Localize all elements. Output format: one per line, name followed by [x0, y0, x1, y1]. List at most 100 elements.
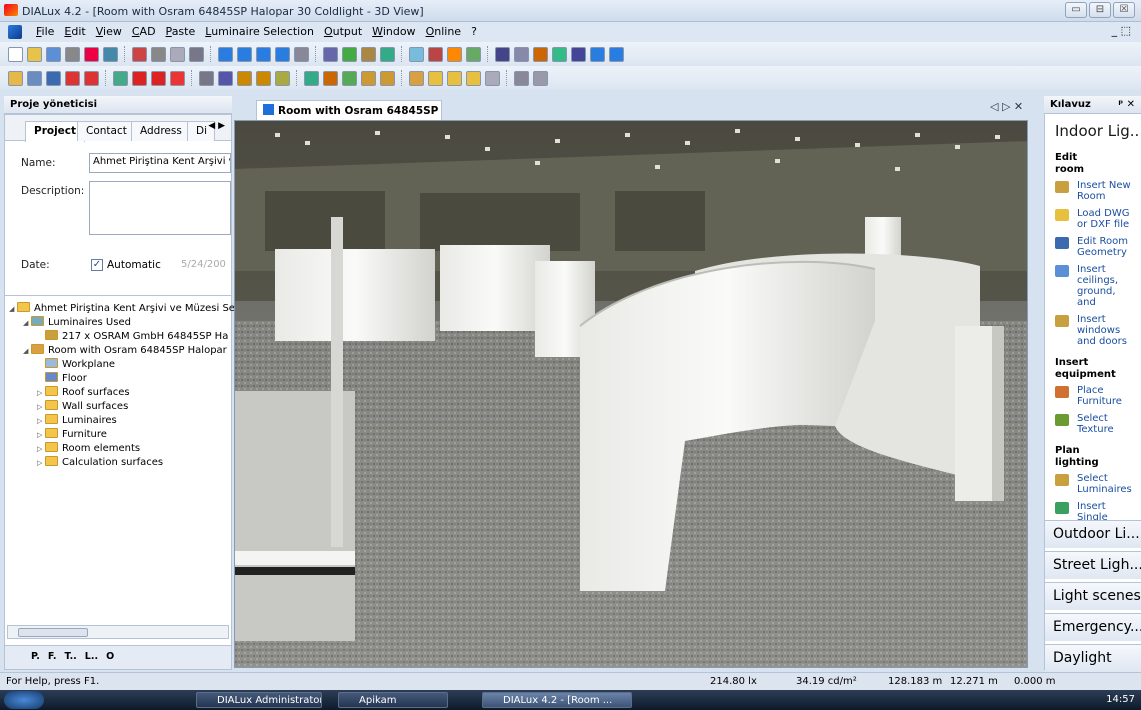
guide-action-icon[interactable]: [1055, 237, 1069, 249]
standard-toolbar-icon-29[interactable]: [590, 46, 605, 62]
standard-toolbar-icon-16[interactable]: [323, 46, 338, 62]
menu-online[interactable]: Online: [426, 25, 462, 38]
standard-toolbar-icon-19[interactable]: [380, 46, 395, 62]
cad-toolbar-icon-9[interactable]: [170, 70, 185, 86]
cad-toolbar-icon-2[interactable]: [27, 70, 42, 86]
tree-item[interactable]: ▷ Room elements: [37, 442, 140, 455]
tree-item[interactable]: ▷ Luminaires: [37, 414, 117, 427]
bottom-tab-luminaires[interactable]: L..: [85, 651, 98, 664]
standard-toolbar-icon-11[interactable]: [218, 46, 233, 62]
restore-button[interactable]: ⊟: [1089, 2, 1111, 18]
standard-toolbar-icon-5[interactable]: [84, 46, 99, 62]
tree-item[interactable]: ◢ Ahmet Piriştina Kent Arşivi ve Müzesi S…: [9, 302, 235, 315]
standard-toolbar-icon-1[interactable]: [8, 46, 23, 62]
tab-scroll-arrows[interactable]: ◀ ▶: [208, 121, 225, 131]
scrollbar-thumb[interactable]: [18, 628, 88, 637]
cad-toolbar-icon-26[interactable]: [533, 70, 548, 86]
cad-toolbar-icon-24[interactable]: [485, 70, 500, 86]
standard-toolbar-icon-17[interactable]: [342, 46, 357, 62]
cad-toolbar-icon-4[interactable]: [65, 70, 80, 86]
guide-action-link[interactable]: Insert windows and doors: [1077, 314, 1127, 347]
minimize-button[interactable]: ▭: [1065, 2, 1087, 18]
collapse-arrow-icon[interactable]: ◢: [9, 303, 17, 316]
start-button[interactable]: [4, 691, 44, 709]
guide-action-link[interactable]: Insert New Room: [1077, 180, 1131, 202]
menu-luminaire-selection[interactable]: Luminaire Selection: [205, 25, 314, 38]
standard-toolbar-icon-20[interactable]: [409, 46, 424, 62]
name-field[interactable]: Ahmet Piriştina Kent Arşivi ve Mü: [89, 153, 231, 173]
menu-window[interactable]: Window: [372, 25, 415, 38]
standard-toolbar-icon-23[interactable]: [466, 46, 481, 62]
taskbar-dialux-administrator[interactable]: DIALux Administrator...: [196, 692, 322, 708]
light-scenes-button[interactable]: Light scenes: [1045, 582, 1141, 610]
cad-toolbar-icon-22[interactable]: [447, 70, 462, 86]
cad-toolbar-icon-16[interactable]: [323, 70, 338, 86]
collapse-arrow-icon[interactable]: ◢: [23, 317, 31, 330]
standard-toolbar-icon-18[interactable]: [361, 46, 376, 62]
tree-item[interactable]: Floor: [37, 372, 87, 385]
taskbar-apikam[interactable]: Apikam: [338, 692, 448, 708]
standard-toolbar-icon-28[interactable]: [571, 46, 586, 62]
guide-action-icon[interactable]: [1055, 315, 1069, 327]
guide-action-icon[interactable]: [1055, 209, 1069, 221]
standard-toolbar-icon-22[interactable]: [447, 46, 462, 62]
menu-view[interactable]: View: [96, 25, 122, 38]
standard-toolbar-icon-9[interactable]: [170, 46, 185, 62]
standard-toolbar-icon-12[interactable]: [237, 46, 252, 62]
standard-toolbar-icon-15[interactable]: [294, 46, 309, 62]
standard-toolbar-icon-21[interactable]: [428, 46, 443, 62]
guide-action-link[interactable]: Load DWG or DXF file: [1077, 208, 1130, 230]
standard-toolbar-icon-4[interactable]: [65, 46, 80, 62]
menu-cad[interactable]: CAD: [132, 25, 156, 38]
tree-item[interactable]: ▷ Wall surfaces: [37, 400, 128, 413]
guide-action-link[interactable]: Select Texture: [1077, 413, 1114, 435]
document-menu-icon[interactable]: [8, 25, 22, 39]
cad-toolbar-icon-12[interactable]: [237, 70, 252, 86]
cad-toolbar-icon-6[interactable]: [113, 70, 128, 86]
guide-action-link[interactable]: Insert ceilings, ground, and: [1077, 264, 1118, 308]
standard-toolbar-icon-26[interactable]: [533, 46, 548, 62]
menu-edit[interactable]: Edit: [64, 25, 85, 38]
guide-panel-controls[interactable]: ᵖ ✕: [1118, 96, 1135, 114]
standard-toolbar-icon-25[interactable]: [514, 46, 529, 62]
cad-toolbar-icon-3[interactable]: [46, 70, 61, 86]
menu-paste[interactable]: Paste: [166, 25, 196, 38]
tree-item[interactable]: ▷ Roof surfaces: [37, 386, 130, 399]
menu-help[interactable]: ?: [471, 25, 477, 38]
standard-toolbar-icon-2[interactable]: [27, 46, 42, 62]
guide-action-link[interactable]: Edit Room Geometry: [1077, 236, 1128, 258]
expand-arrow-icon[interactable]: ▷: [37, 401, 45, 414]
bottom-tab-project[interactable]: P.: [31, 651, 40, 664]
standard-toolbar-icon-3[interactable]: [46, 46, 61, 62]
tab-address[interactable]: Address: [131, 121, 191, 141]
guide-action-icon[interactable]: [1055, 414, 1069, 426]
expand-arrow-icon[interactable]: ▷: [37, 443, 45, 456]
collapse-arrow-icon[interactable]: ◢: [23, 345, 31, 358]
3d-viewport[interactable]: [234, 120, 1028, 668]
outdoor-lighting-button[interactable]: Outdoor Li...: [1045, 520, 1141, 548]
tab-contact[interactable]: Contact: [77, 121, 136, 141]
bottom-tab-output[interactable]: O: [106, 651, 114, 664]
expand-arrow-icon[interactable]: ▷: [37, 415, 45, 428]
close-button[interactable]: ☒: [1113, 2, 1135, 18]
bottom-tab-furniture[interactable]: F.: [48, 651, 57, 664]
cad-toolbar-icon-20[interactable]: [409, 70, 424, 86]
cad-toolbar-icon-8[interactable]: [151, 70, 166, 86]
cad-toolbar-icon-7[interactable]: [132, 70, 147, 86]
tree-item[interactable]: ▷ Furniture: [37, 428, 107, 441]
document-tab-3d-view[interactable]: Room with Osram 64845SP Halop...: [256, 100, 442, 120]
tree-item[interactable]: ◢ Room with Osram 64845SP Halopar: [23, 344, 227, 357]
document-window-controls[interactable]: _ ⬚: [1112, 24, 1131, 37]
cad-toolbar-icon-25[interactable]: [514, 70, 529, 86]
cad-toolbar-icon-14[interactable]: [275, 70, 290, 86]
standard-toolbar-icon-6[interactable]: [103, 46, 118, 62]
taskbar-dialux-active[interactable]: DIALux 4.2 - [Room ...: [482, 692, 632, 708]
standard-toolbar-icon-13[interactable]: [256, 46, 271, 62]
daylight-button[interactable]: Daylight: [1045, 644, 1141, 672]
description-field[interactable]: [89, 181, 231, 235]
standard-toolbar-icon-30[interactable]: [609, 46, 624, 62]
cad-toolbar-icon-19[interactable]: [380, 70, 395, 86]
cad-toolbar-icon-18[interactable]: [361, 70, 376, 86]
standard-toolbar-icon-10[interactable]: [189, 46, 204, 62]
standard-toolbar-icon-27[interactable]: [552, 46, 567, 62]
